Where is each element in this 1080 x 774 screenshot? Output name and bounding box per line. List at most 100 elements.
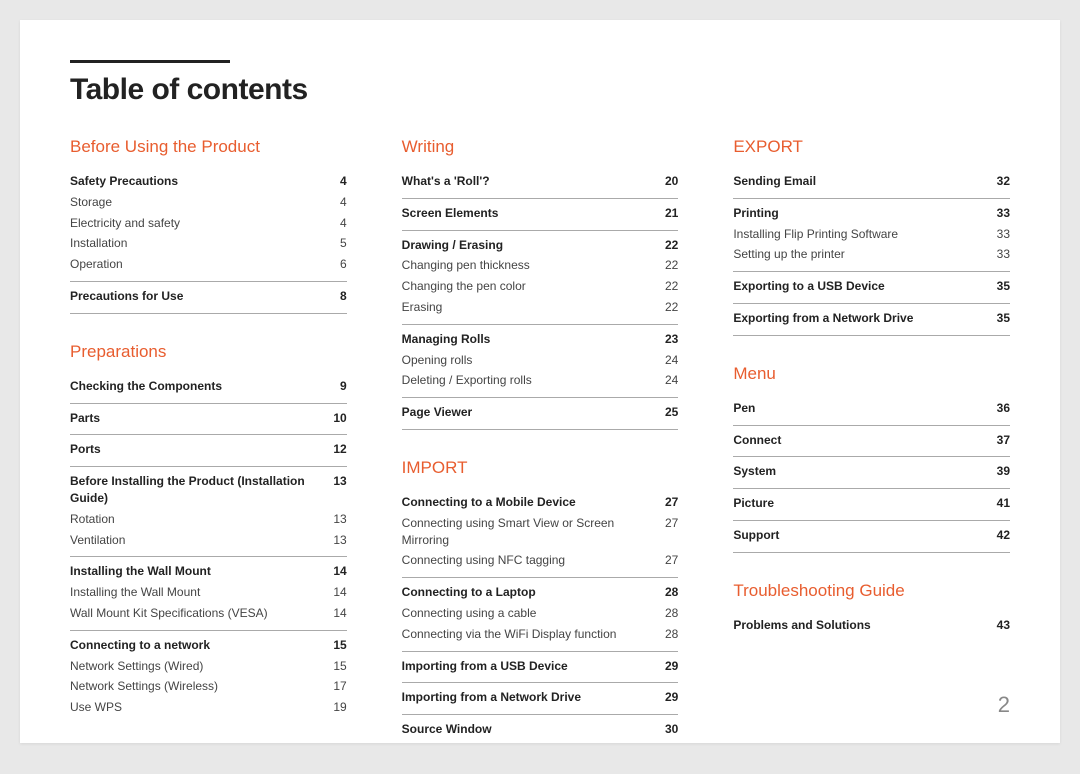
toc-entry[interactable]: Importing from a USB Device29 [402, 656, 679, 677]
toc-entry[interactable]: Connecting via the WiFi Display function… [402, 624, 679, 645]
toc-entry-label: Source Window [402, 721, 665, 738]
toc-group: Before Installing the Product (Installat… [70, 467, 347, 557]
toc-entry-page: 29 [665, 689, 678, 706]
toc-entry[interactable]: Importing from a Network Drive29 [402, 687, 679, 708]
toc-entry[interactable]: Sending Email32 [733, 171, 1010, 192]
toc-entry[interactable]: Connecting to a Mobile Device27 [402, 492, 679, 513]
toc-entry[interactable]: Before Installing the Product (Installat… [70, 471, 347, 509]
toc-entry[interactable]: Precautions for Use8 [70, 286, 347, 307]
toc-entry-label: Exporting to a USB Device [733, 278, 996, 295]
toc-group: Page Viewer25 [402, 398, 679, 430]
toc-entry[interactable]: Safety Precautions4 [70, 171, 347, 192]
toc-entry[interactable]: Parts10 [70, 408, 347, 429]
toc-entry[interactable]: Changing the pen color22 [402, 276, 679, 297]
toc-entry[interactable]: Checking the Components9 [70, 376, 347, 397]
toc-entry-label: Installing Flip Printing Software [733, 226, 996, 243]
toc-entry[interactable]: What's a 'Roll'?20 [402, 171, 679, 192]
toc-entry[interactable]: Erasing22 [402, 297, 679, 318]
toc-entry[interactable]: Storage4 [70, 192, 347, 213]
toc-entry-label: Drawing / Erasing [402, 237, 665, 254]
toc-entry[interactable]: Connecting using Smart View or Screen Mi… [402, 513, 679, 551]
toc-entry[interactable]: Page Viewer25 [402, 402, 679, 423]
toc-entry-label: Use WPS [70, 699, 333, 716]
toc-group: What's a 'Roll'?20 [402, 167, 679, 199]
toc-entry-page: 8 [340, 288, 347, 305]
toc-entry[interactable]: Pen36 [733, 398, 1010, 419]
toc-entry-page: 6 [340, 256, 347, 273]
toc-entry-page: 37 [997, 432, 1010, 449]
toc-entry[interactable]: Ports12 [70, 439, 347, 460]
toc-entry-label: Connecting using Smart View or Screen Mi… [402, 515, 665, 549]
toc-entry[interactable]: Connect37 [733, 430, 1010, 451]
toc-entry[interactable]: Exporting from a Network Drive35 [733, 308, 1010, 329]
toc-entry-page: 33 [997, 205, 1010, 222]
toc-entry[interactable]: Connecting using a cable28 [402, 603, 679, 624]
toc-group: Screen Elements21 [402, 199, 679, 231]
section-heading[interactable]: Before Using the Product [70, 137, 347, 157]
toc-entry[interactable]: Rotation13 [70, 509, 347, 530]
toc-entry[interactable]: Managing Rolls23 [402, 329, 679, 350]
toc-entry[interactable]: Wall Mount Kit Specifications (VESA)14 [70, 603, 347, 624]
toc-group: Drawing / Erasing22Changing pen thicknes… [402, 231, 679, 325]
toc-column: Before Using the Product Safety Precautio… [70, 137, 347, 774]
toc-group: Installing the Wall Mount14Installing th… [70, 557, 347, 630]
toc-entry-page: 15 [333, 637, 346, 654]
section-heading[interactable]: Troubleshooting Guide [733, 581, 1010, 601]
toc-entry[interactable]: Picture41 [733, 493, 1010, 514]
toc-entry[interactable]: Installing Flip Printing Software33 [733, 224, 1010, 245]
toc-entry[interactable]: Drawing / Erasing22 [402, 235, 679, 256]
toc-entry-page: 14 [333, 584, 346, 601]
toc-entry-label: Safety Precautions [70, 173, 340, 190]
toc-group: Checking the Components9 [70, 372, 347, 404]
toc-entry-label: Problems and Solutions [733, 617, 996, 634]
toc-entry-page: 33 [997, 246, 1010, 263]
toc-entry[interactable]: Use WPS19 [70, 697, 347, 718]
toc-entry[interactable]: Exporting to a USB Device35 [733, 276, 1010, 297]
toc-entry-page: 43 [997, 617, 1010, 634]
toc-entry[interactable]: Changing pen thickness22 [402, 255, 679, 276]
toc-entry[interactable]: Support42 [733, 525, 1010, 546]
toc-entry-page: 42 [997, 527, 1010, 544]
toc-entry[interactable]: Setting up the printer33 [733, 244, 1010, 265]
toc-entry[interactable]: Connecting using NFC tagging27 [402, 550, 679, 571]
toc-entry[interactable]: Electricity and safety4 [70, 213, 347, 234]
toc-entry-page: 24 [665, 352, 678, 369]
toc-entry[interactable]: Problems and Solutions43 [733, 615, 1010, 636]
section-heading[interactable]: Writing [402, 137, 679, 157]
toc-entry[interactable]: Connecting to a Laptop28 [402, 582, 679, 603]
toc-entry[interactable]: Screen Elements21 [402, 203, 679, 224]
toc-entry-page: 21 [665, 205, 678, 222]
section-heading[interactable]: Menu [733, 364, 1010, 384]
toc-entry-page: 22 [665, 299, 678, 316]
toc-entry[interactable]: Opening rolls24 [402, 350, 679, 371]
toc-entry[interactable]: Installing the Wall Mount14 [70, 561, 347, 582]
toc-entry[interactable]: Operation6 [70, 254, 347, 275]
toc-entry-label: Support [733, 527, 996, 544]
toc-entry-label: Connecting to a Laptop [402, 584, 665, 601]
toc-entry-label: Parts [70, 410, 333, 427]
toc-section: Writing What's a 'Roll'?20 Screen Elements… [402, 137, 679, 430]
toc-group: Precautions for Use8 [70, 282, 347, 314]
toc-entry[interactable]: Source Window30 [402, 719, 679, 740]
toc-entry-label: Managing Rolls [402, 331, 665, 348]
toc-entry-label: Screen Elements [402, 205, 665, 222]
toc-entry[interactable]: Network Settings (Wireless)17 [70, 676, 347, 697]
section-heading[interactable]: IMPORT [402, 458, 679, 478]
toc-entry[interactable]: Printing33 [733, 203, 1010, 224]
toc-entry[interactable]: Connecting to a network15 [70, 635, 347, 656]
toc-entry-page: 28 [665, 626, 678, 643]
toc-entry[interactable]: System39 [733, 461, 1010, 482]
toc-entry-label: Storage [70, 194, 340, 211]
toc-entry[interactable]: Installing the Wall Mount14 [70, 582, 347, 603]
toc-entry[interactable]: Network Settings (Wired)15 [70, 656, 347, 677]
toc-section: Before Using the Product Safety Precautio… [70, 137, 347, 314]
section-heading[interactable]: Preparations [70, 342, 347, 362]
toc-group: Source Window30 [402, 715, 679, 746]
toc-group: Exporting from a Network Drive35 [733, 304, 1010, 336]
toc-entry[interactable]: Installation5 [70, 233, 347, 254]
toc-entry-label: Installing the Wall Mount [70, 584, 333, 601]
section-heading[interactable]: EXPORT [733, 137, 1010, 157]
toc-group: Support42 [733, 521, 1010, 553]
toc-entry[interactable]: Deleting / Exporting rolls24 [402, 370, 679, 391]
toc-entry[interactable]: Ventilation13 [70, 530, 347, 551]
